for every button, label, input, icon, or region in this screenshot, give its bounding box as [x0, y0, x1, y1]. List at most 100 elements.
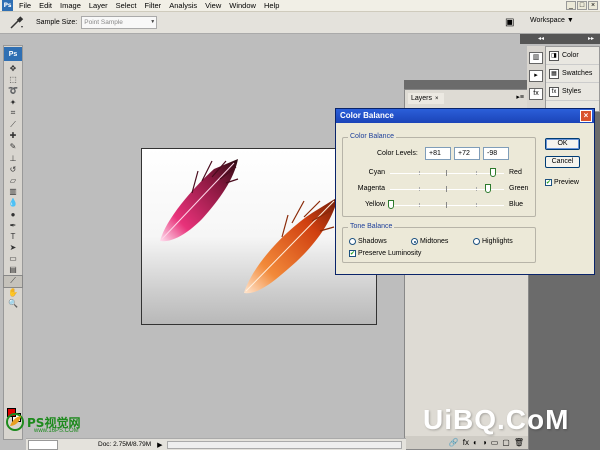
layers-tab[interactable]: Layers × [408, 93, 444, 104]
menu-edit[interactable]: Edit [35, 1, 56, 10]
menu-image[interactable]: Image [56, 1, 85, 10]
preserve-luminosity-checkbox[interactable]: ✔ Preserve Luminosity [349, 250, 421, 257]
notes-tool-icon[interactable]: ▤ [4, 264, 22, 275]
status-bar: Doc: 2.75M/8.79M ▶ [26, 438, 406, 450]
healing-brush-tool-icon[interactable]: ✚ [4, 130, 22, 141]
slider-right-label: Blue [509, 201, 524, 208]
close-window-button[interactable]: × [588, 1, 598, 10]
preview-checkbox[interactable]: ✔ Preview [545, 179, 579, 186]
horizontal-scrollbar[interactable] [166, 440, 402, 449]
menu-analysis[interactable]: Analysis [165, 1, 201, 10]
new-group-icon[interactable]: ▭ [491, 438, 499, 447]
adjustment-layer-icon[interactable]: ◑ [482, 438, 487, 447]
brush-tool-icon[interactable]: ✎ [4, 141, 22, 152]
panel-swatches[interactable]: ▦ Swatches [546, 65, 599, 83]
pen-tool-icon[interactable]: ✒ [4, 220, 22, 231]
preserve-luminosity-label: Preserve Luminosity [358, 250, 422, 257]
color-panel-icon: ◨ [549, 50, 559, 61]
highlights-radio[interactable]: Highlights [473, 238, 513, 245]
slider-thumb[interactable] [490, 168, 497, 177]
menu-file[interactable]: File [15, 1, 35, 10]
level-magenta-green-field[interactable]: +72 [454, 147, 480, 160]
minimize-button[interactable]: _ [566, 1, 576, 10]
highlights-radio-dot [473, 238, 480, 245]
menu-filter[interactable]: Filter [141, 1, 166, 10]
menu-view[interactable]: View [201, 1, 225, 10]
cancel-button[interactable]: Cancel [545, 156, 580, 168]
eyedropper-tool-icon[interactable]: ⟋ [3, 274, 23, 288]
preserve-luminosity-check-icon: ✔ [349, 250, 356, 257]
effects-panel-icon[interactable]: fx [529, 88, 543, 100]
shadows-radio[interactable]: Shadows [349, 238, 387, 245]
slider-center-mark [446, 186, 447, 192]
magic-wand-tool-icon[interactable]: ✦ [4, 97, 22, 108]
slider-right-label: Green [509, 185, 529, 192]
slider-thumb[interactable] [485, 184, 492, 193]
sample-size-select[interactable]: Point Sample [81, 16, 158, 29]
lasso-tool-icon[interactable]: ➰ [4, 85, 22, 96]
actions-panel-icon[interactable]: ▸ [529, 70, 543, 82]
styles-panel-icon: fx [549, 86, 559, 97]
layers-footer: 🔗 fx ◐ ◑ ▭ ▢ 🗑 [405, 436, 528, 449]
menu-window[interactable]: Window [225, 1, 260, 10]
swatches-panel-icon: ▦ [549, 68, 559, 79]
type-tool-icon[interactable]: T [4, 231, 22, 242]
menu-layer[interactable]: Layer [85, 1, 112, 10]
collapse-dock-icon[interactable]: ◂◂ [538, 35, 544, 42]
midtones-label: Midtones [420, 238, 449, 245]
eyedropper-icon [10, 15, 24, 29]
tone-balance-group-label: Tone Balance [348, 223, 395, 230]
panel-color[interactable]: ◨ Color [546, 47, 599, 65]
maximize-button[interactable]: □ [577, 1, 587, 10]
menu-select[interactable]: Select [112, 1, 141, 10]
window-controls: _ □ × [566, 1, 598, 10]
move-tool-icon[interactable]: ✥ [4, 63, 22, 74]
eraser-tool-icon[interactable]: ▱ [4, 175, 22, 186]
status-menu-arrow-icon[interactable]: ▶ [157, 441, 162, 449]
slider-row-cyan-red: Cyan Red [343, 168, 537, 180]
midtones-radio[interactable]: Midtones [411, 238, 448, 245]
panel-styles[interactable]: fx Styles [546, 83, 599, 101]
color-balance-dialog: Color Balance × Color Balance Color Leve… [335, 108, 595, 275]
link-layers-icon[interactable]: 🔗 [449, 438, 459, 447]
toolbox-logo-icon: Ps [4, 47, 22, 61]
slice-tool-icon[interactable]: ⟋ [4, 119, 22, 130]
ok-button[interactable]: OK [545, 138, 580, 150]
layers-menu-icon[interactable]: ▸≡ [516, 93, 524, 101]
gradient-tool-icon[interactable]: ▥ [4, 186, 22, 197]
level-yellow-blue-field[interactable]: -98 [483, 147, 509, 160]
slider-track[interactable] [390, 173, 504, 174]
tool-preset-picker[interactable] [4, 15, 28, 31]
expand-dock-icon[interactable]: ▸▸ [588, 35, 594, 42]
marquee-tool-icon[interactable]: ⬚ [4, 74, 22, 85]
workspace-icon[interactable]: ▣ [505, 17, 514, 28]
clone-stamp-tool-icon[interactable]: ⊥ [4, 153, 22, 164]
workspace-menu-button[interactable]: Workspace ▼ [530, 17, 574, 24]
navigator-panel-icon[interactable]: ▥ [529, 52, 543, 64]
dialog-title: Color Balance [340, 111, 394, 120]
zoom-tool-icon[interactable]: 🔍 [4, 298, 22, 309]
slider-center-mark [446, 170, 447, 176]
layer-mask-icon[interactable]: ◐ [473, 438, 478, 447]
dialog-close-button[interactable]: × [580, 110, 592, 122]
zoom-field[interactable] [28, 439, 58, 450]
level-cyan-red-field[interactable]: +81 [425, 147, 451, 160]
path-selection-tool-icon[interactable]: ➤ [4, 242, 22, 253]
menu-help[interactable]: Help [260, 1, 283, 10]
history-brush-tool-icon[interactable]: ↺ [4, 164, 22, 175]
dialog-title-bar[interactable]: Color Balance × [336, 109, 594, 123]
layer-style-icon[interactable]: fx [463, 438, 469, 447]
layers-close-icon[interactable]: × [435, 96, 439, 102]
dodge-tool-icon[interactable]: ● [4, 208, 22, 219]
new-layer-icon[interactable]: ▢ [502, 438, 510, 447]
doc-size-readout: Doc: 2.75M/8.79M [98, 441, 152, 448]
shape-tool-icon[interactable]: ▭ [4, 253, 22, 264]
slider-track[interactable] [390, 205, 504, 206]
crop-tool-icon[interactable]: ⌗ [4, 108, 22, 119]
slider-thumb[interactable] [388, 200, 395, 209]
blur-tool-icon[interactable]: 💧 [4, 197, 22, 208]
midtones-radio-dot [411, 238, 418, 245]
tone-balance-group: Tone Balance Shadows Midtones Highlights… [342, 223, 536, 263]
hand-tool-icon[interactable]: ✋ [4, 287, 22, 298]
delete-layer-icon[interactable]: 🗑 [514, 438, 524, 447]
